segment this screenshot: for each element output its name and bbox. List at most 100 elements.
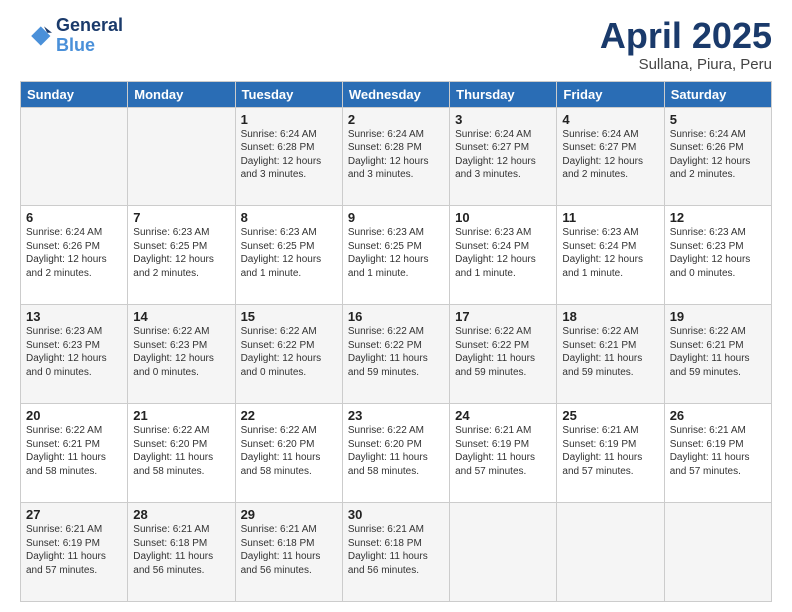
calendar-cell: 13Sunrise: 6:23 AM Sunset: 6:23 PM Dayli…: [21, 305, 128, 404]
day-info: Sunrise: 6:23 AM Sunset: 6:24 PM Dayligh…: [562, 226, 658, 280]
day-info: Sunrise: 6:24 AM Sunset: 6:27 PM Dayligh…: [562, 128, 658, 182]
day-number: 4: [562, 112, 658, 127]
day-header-sunday: Sunday: [21, 81, 128, 107]
calendar-cell: 17Sunrise: 6:22 AM Sunset: 6:22 PM Dayli…: [450, 305, 557, 404]
day-info: Sunrise: 6:24 AM Sunset: 6:28 PM Dayligh…: [348, 128, 444, 182]
day-number: 27: [26, 507, 122, 522]
calendar-cell: [21, 107, 128, 206]
day-info: Sunrise: 6:21 AM Sunset: 6:18 PM Dayligh…: [133, 523, 229, 577]
day-info: Sunrise: 6:24 AM Sunset: 6:28 PM Dayligh…: [241, 128, 337, 182]
calendar-cell: 16Sunrise: 6:22 AM Sunset: 6:22 PM Dayli…: [342, 305, 449, 404]
day-number: 28: [133, 507, 229, 522]
day-number: 24: [455, 408, 551, 423]
calendar-cell: 26Sunrise: 6:21 AM Sunset: 6:19 PM Dayli…: [664, 404, 771, 503]
calendar-cell: 28Sunrise: 6:21 AM Sunset: 6:18 PM Dayli…: [128, 503, 235, 602]
day-info: Sunrise: 6:21 AM Sunset: 6:18 PM Dayligh…: [348, 523, 444, 577]
calendar-week-3: 13Sunrise: 6:23 AM Sunset: 6:23 PM Dayli…: [21, 305, 772, 404]
calendar-cell: 29Sunrise: 6:21 AM Sunset: 6:18 PM Dayli…: [235, 503, 342, 602]
day-number: 16: [348, 309, 444, 324]
day-number: 21: [133, 408, 229, 423]
day-info: Sunrise: 6:21 AM Sunset: 6:19 PM Dayligh…: [562, 424, 658, 478]
calendar-cell: 6Sunrise: 6:24 AM Sunset: 6:26 PM Daylig…: [21, 206, 128, 305]
header: General Blue April 2025 Sullana, Piura, …: [20, 16, 772, 73]
day-info: Sunrise: 6:22 AM Sunset: 6:23 PM Dayligh…: [133, 325, 229, 379]
day-info: Sunrise: 6:23 AM Sunset: 6:25 PM Dayligh…: [348, 226, 444, 280]
calendar-cell: 4Sunrise: 6:24 AM Sunset: 6:27 PM Daylig…: [557, 107, 664, 206]
day-number: 10: [455, 210, 551, 225]
day-number: 18: [562, 309, 658, 324]
calendar-week-4: 20Sunrise: 6:22 AM Sunset: 6:21 PM Dayli…: [21, 404, 772, 503]
day-number: 12: [670, 210, 766, 225]
calendar-cell: [128, 107, 235, 206]
day-info: Sunrise: 6:22 AM Sunset: 6:21 PM Dayligh…: [670, 325, 766, 379]
calendar-cell: 24Sunrise: 6:21 AM Sunset: 6:19 PM Dayli…: [450, 404, 557, 503]
logo-line1: General: [56, 16, 123, 36]
calendar-cell: 5Sunrise: 6:24 AM Sunset: 6:26 PM Daylig…: [664, 107, 771, 206]
day-info: Sunrise: 6:21 AM Sunset: 6:19 PM Dayligh…: [26, 523, 122, 577]
calendar-cell: 12Sunrise: 6:23 AM Sunset: 6:23 PM Dayli…: [664, 206, 771, 305]
day-info: Sunrise: 6:23 AM Sunset: 6:24 PM Dayligh…: [455, 226, 551, 280]
day-header-saturday: Saturday: [664, 81, 771, 107]
calendar-cell: 18Sunrise: 6:22 AM Sunset: 6:21 PM Dayli…: [557, 305, 664, 404]
calendar-cell: 8Sunrise: 6:23 AM Sunset: 6:25 PM Daylig…: [235, 206, 342, 305]
calendar-cell: 27Sunrise: 6:21 AM Sunset: 6:19 PM Dayli…: [21, 503, 128, 602]
calendar-cell: 22Sunrise: 6:22 AM Sunset: 6:20 PM Dayli…: [235, 404, 342, 503]
day-number: 13: [26, 309, 122, 324]
day-header-thursday: Thursday: [450, 81, 557, 107]
day-number: 26: [670, 408, 766, 423]
day-info: Sunrise: 6:22 AM Sunset: 6:21 PM Dayligh…: [26, 424, 122, 478]
day-header-friday: Friday: [557, 81, 664, 107]
calendar-cell: 9Sunrise: 6:23 AM Sunset: 6:25 PM Daylig…: [342, 206, 449, 305]
day-info: Sunrise: 6:23 AM Sunset: 6:25 PM Dayligh…: [133, 226, 229, 280]
title-block: April 2025 Sullana, Piura, Peru: [600, 16, 772, 73]
day-number: 17: [455, 309, 551, 324]
day-info: Sunrise: 6:22 AM Sunset: 6:22 PM Dayligh…: [241, 325, 337, 379]
logo-line2: Blue: [56, 35, 95, 55]
day-number: 14: [133, 309, 229, 324]
day-info: Sunrise: 6:22 AM Sunset: 6:22 PM Dayligh…: [455, 325, 551, 379]
calendar-cell: 30Sunrise: 6:21 AM Sunset: 6:18 PM Dayli…: [342, 503, 449, 602]
calendar-cell: [450, 503, 557, 602]
day-number: 22: [241, 408, 337, 423]
day-info: Sunrise: 6:22 AM Sunset: 6:20 PM Dayligh…: [133, 424, 229, 478]
calendar-cell: 14Sunrise: 6:22 AM Sunset: 6:23 PM Dayli…: [128, 305, 235, 404]
calendar-cell: 23Sunrise: 6:22 AM Sunset: 6:20 PM Dayli…: [342, 404, 449, 503]
day-info: Sunrise: 6:23 AM Sunset: 6:23 PM Dayligh…: [26, 325, 122, 379]
calendar-cell: [557, 503, 664, 602]
day-number: 25: [562, 408, 658, 423]
day-info: Sunrise: 6:22 AM Sunset: 6:20 PM Dayligh…: [241, 424, 337, 478]
day-number: 8: [241, 210, 337, 225]
calendar-cell: 2Sunrise: 6:24 AM Sunset: 6:28 PM Daylig…: [342, 107, 449, 206]
calendar-cell: 15Sunrise: 6:22 AM Sunset: 6:22 PM Dayli…: [235, 305, 342, 404]
calendar-week-1: 1Sunrise: 6:24 AM Sunset: 6:28 PM Daylig…: [21, 107, 772, 206]
day-info: Sunrise: 6:24 AM Sunset: 6:26 PM Dayligh…: [26, 226, 122, 280]
day-number: 3: [455, 112, 551, 127]
logo: General Blue: [20, 16, 123, 56]
day-info: Sunrise: 6:21 AM Sunset: 6:19 PM Dayligh…: [670, 424, 766, 478]
day-number: 2: [348, 112, 444, 127]
day-number: 9: [348, 210, 444, 225]
day-number: 19: [670, 309, 766, 324]
day-number: 23: [348, 408, 444, 423]
subtitle: Sullana, Piura, Peru: [600, 56, 772, 73]
day-info: Sunrise: 6:24 AM Sunset: 6:27 PM Dayligh…: [455, 128, 551, 182]
calendar-cell: 19Sunrise: 6:22 AM Sunset: 6:21 PM Dayli…: [664, 305, 771, 404]
calendar-week-2: 6Sunrise: 6:24 AM Sunset: 6:26 PM Daylig…: [21, 206, 772, 305]
day-number: 6: [26, 210, 122, 225]
calendar-cell: 3Sunrise: 6:24 AM Sunset: 6:27 PM Daylig…: [450, 107, 557, 206]
day-number: 7: [133, 210, 229, 225]
day-header-wednesday: Wednesday: [342, 81, 449, 107]
day-info: Sunrise: 6:22 AM Sunset: 6:20 PM Dayligh…: [348, 424, 444, 478]
calendar-cell: 20Sunrise: 6:22 AM Sunset: 6:21 PM Dayli…: [21, 404, 128, 503]
main-title: April 2025: [600, 16, 772, 56]
day-number: 1: [241, 112, 337, 127]
calendar-cell: [664, 503, 771, 602]
day-number: 20: [26, 408, 122, 423]
day-number: 5: [670, 112, 766, 127]
day-info: Sunrise: 6:22 AM Sunset: 6:22 PM Dayligh…: [348, 325, 444, 379]
calendar-week-5: 27Sunrise: 6:21 AM Sunset: 6:19 PM Dayli…: [21, 503, 772, 602]
calendar-cell: 25Sunrise: 6:21 AM Sunset: 6:19 PM Dayli…: [557, 404, 664, 503]
day-info: Sunrise: 6:22 AM Sunset: 6:21 PM Dayligh…: [562, 325, 658, 379]
calendar-cell: 1Sunrise: 6:24 AM Sunset: 6:28 PM Daylig…: [235, 107, 342, 206]
calendar-cell: 7Sunrise: 6:23 AM Sunset: 6:25 PM Daylig…: [128, 206, 235, 305]
